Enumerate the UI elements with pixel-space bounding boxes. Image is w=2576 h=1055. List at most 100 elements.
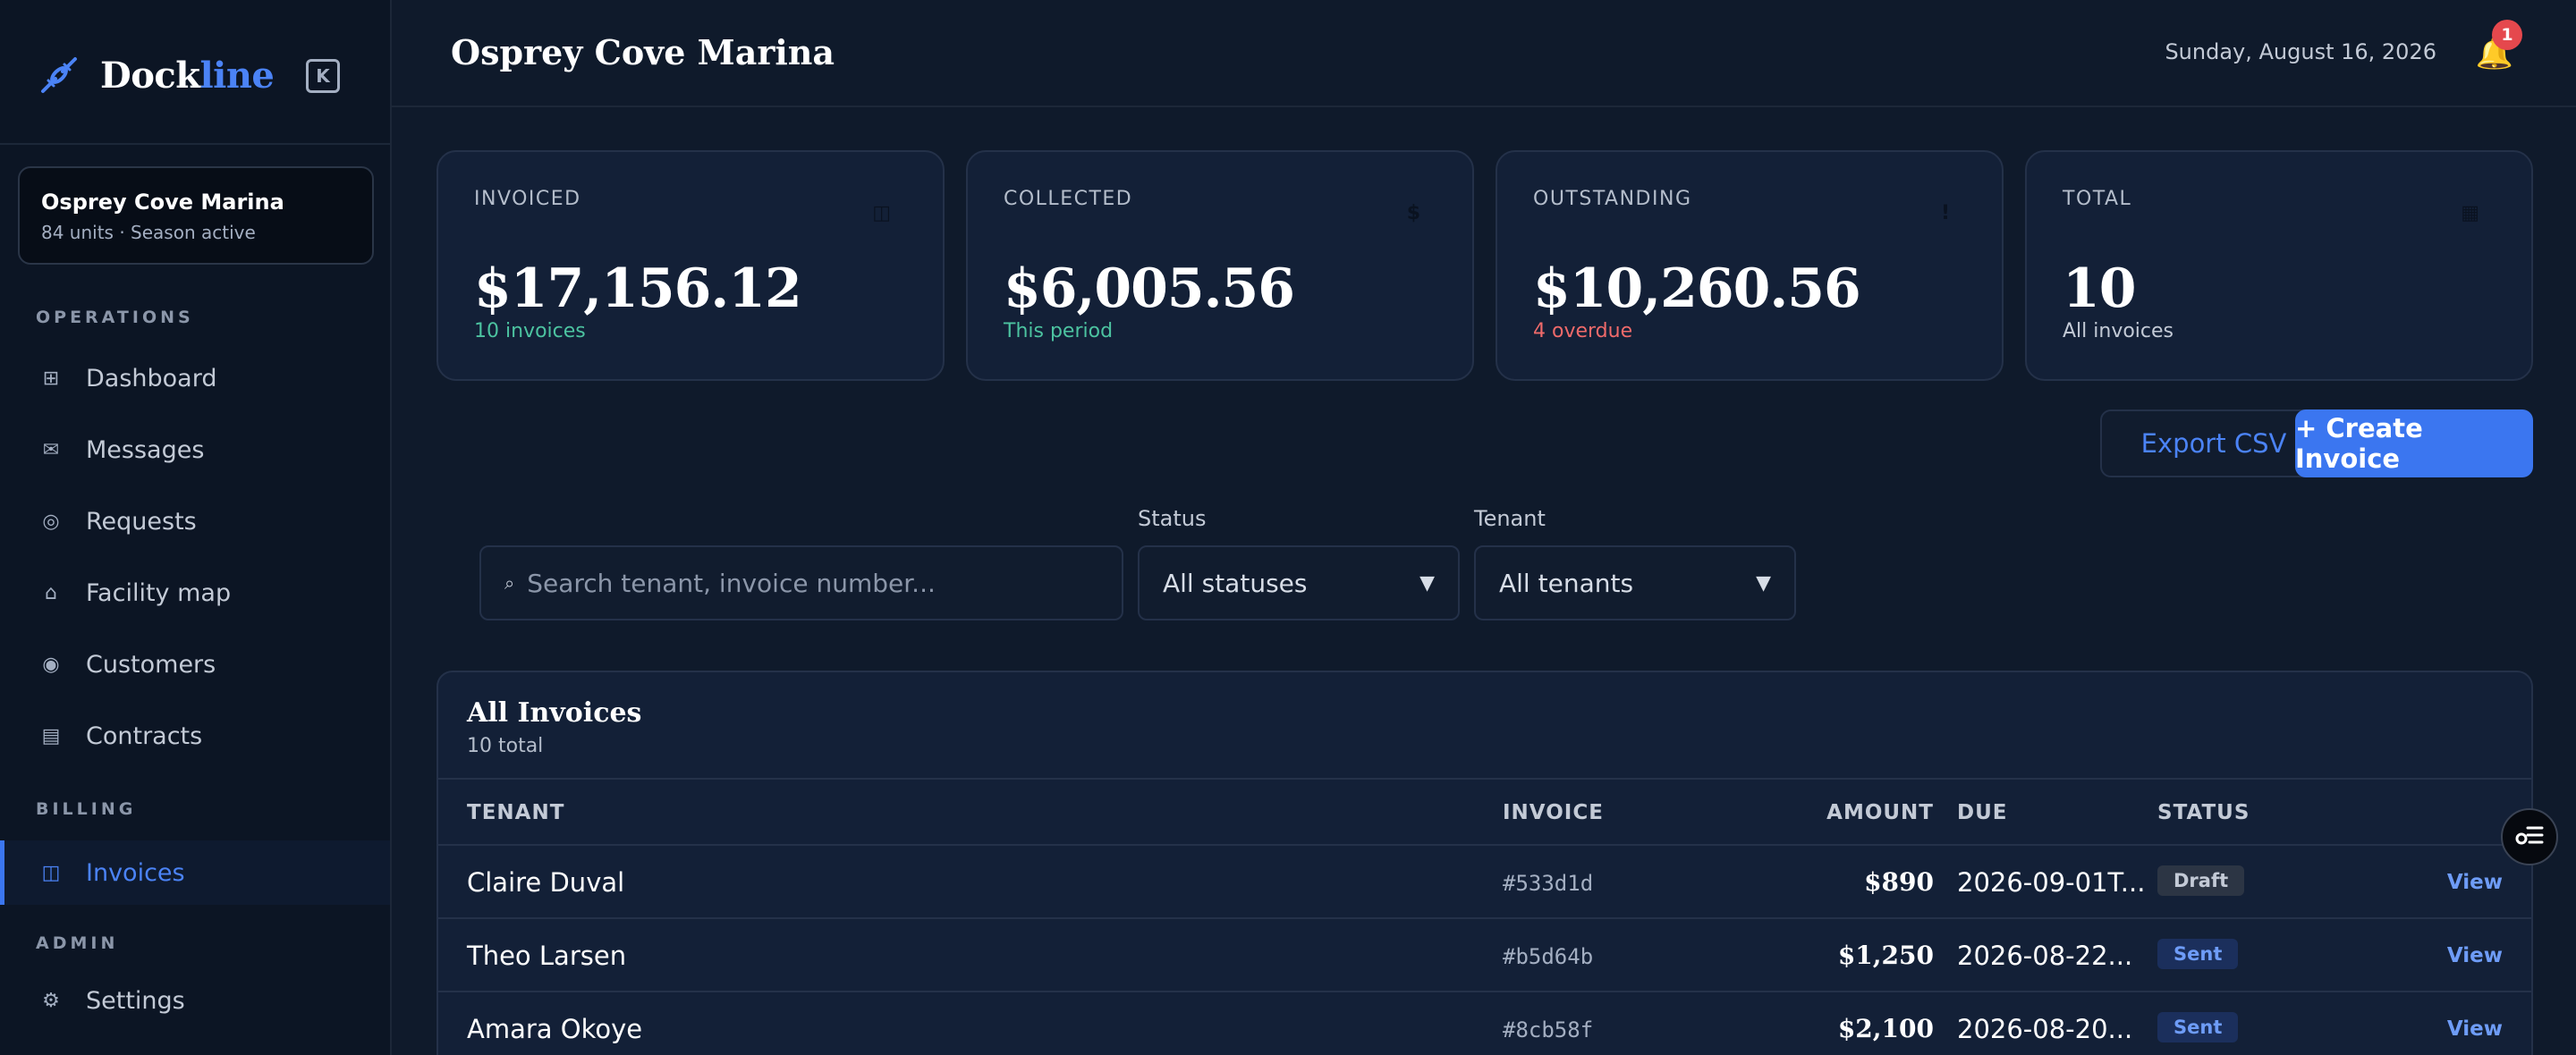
- task-list-icon: [2514, 822, 2545, 852]
- section-operations: OPERATIONS: [36, 308, 194, 327]
- brand[interactable]: Dockline: [36, 52, 275, 98]
- column-header-amount[interactable]: AMOUNT: [1826, 801, 1934, 824]
- invoice-amount: $890: [1864, 867, 1934, 897]
- sidebar-item-label: Messages: [86, 435, 205, 464]
- org-subtitle: 84 units · Season active: [41, 222, 256, 243]
- sidebar-item-label: Facility map: [86, 578, 232, 607]
- tenant-name: Claire Duval: [467, 867, 625, 898]
- invoice-number: #b5d64b: [1503, 944, 1594, 969]
- status-filter-label: Status: [1138, 506, 1207, 531]
- view-link[interactable]: View: [2447, 944, 2503, 967]
- search-icon: ⌕: [504, 572, 515, 594]
- stat-subtext: This period: [1004, 320, 1114, 342]
- home-icon: ⌂: [45, 581, 57, 604]
- due-date: 2026-08-20...: [1957, 1014, 2133, 1044]
- invoice-icon: ◫: [41, 861, 61, 884]
- sidebar-item-invoices[interactable]: ◫ Invoices: [0, 840, 390, 905]
- sidebar-divider: [0, 143, 390, 145]
- sidebar-item-facility-map[interactable]: ⌂ Facility map: [0, 565, 390, 620]
- column-header-invoice[interactable]: INVOICE: [1503, 801, 1604, 824]
- brand-name: Dockline: [100, 54, 275, 97]
- section-billing: BILLING: [36, 799, 137, 819]
- tenant-select-value: All tenants: [1499, 568, 1634, 598]
- tenant-name: Amara Okoye: [467, 1014, 643, 1044]
- export-csv-button[interactable]: Export CSV: [2100, 409, 2327, 477]
- dollar-icon: $: [1406, 202, 1420, 224]
- stat-value: $10,260.56: [1533, 257, 1861, 320]
- document-icon: ▤: [41, 724, 61, 747]
- stat-subtext: 4 overdue: [1533, 320, 1633, 342]
- sidebar-item-customers[interactable]: ◉ Customers: [0, 637, 390, 692]
- search-field[interactable]: ⌕: [479, 545, 1123, 620]
- table-subtitle: 10 total: [467, 735, 544, 757]
- stat-subtext: All invoices: [2063, 320, 2174, 342]
- tenant-select[interactable]: All tenants ▼: [1474, 545, 1796, 620]
- view-link[interactable]: View: [2447, 1017, 2503, 1041]
- invoices-table-card: All Invoices 10 total TENANT INVOICE AMO…: [436, 671, 2533, 1055]
- status-select[interactable]: All statuses ▼: [1138, 545, 1460, 620]
- section-admin: ADMIN: [36, 933, 119, 953]
- page-title: Osprey Cove Marina: [451, 32, 835, 72]
- org-switcher[interactable]: Osprey Cove Marina 84 units · Season act…: [18, 166, 374, 265]
- invoice-amount: $2,100: [1837, 1014, 1934, 1043]
- caret-down-icon: ▼: [1756, 571, 1771, 595]
- search-input[interactable]: [527, 568, 1100, 598]
- tenant-name: Theo Larsen: [467, 941, 627, 971]
- stat-label: COLLECTED: [1004, 188, 1133, 210]
- stat-card-total: TOTAL ▦ 10 All invoices: [2025, 150, 2533, 381]
- sidebar-item-label: Dashboard: [86, 364, 217, 392]
- table-row[interactable]: Theo Larsen #b5d64b $1,250 2026-08-22...…: [438, 919, 2531, 992]
- stat-value: 10: [2063, 257, 2136, 320]
- sidebar: Dockline K Osprey Cove Marina 84 units ·…: [0, 0, 392, 1055]
- column-header-tenant[interactable]: TENANT: [467, 801, 564, 824]
- sidebar-item-messages[interactable]: ✉ Messages: [0, 422, 390, 477]
- tenant-filter-label: Tenant: [1474, 506, 1546, 531]
- view-link[interactable]: View: [2447, 871, 2503, 894]
- gear-icon: ⚙: [42, 989, 60, 1012]
- sidebar-item-contracts[interactable]: ▤ Contracts: [0, 708, 390, 764]
- sidebar-item-label: Contracts: [86, 722, 203, 750]
- invoice-number: #533d1d: [1503, 871, 1594, 896]
- table-header-row: TENANT INVOICE AMOUNT DUE STATUS: [438, 778, 2531, 846]
- sidebar-item-label: Customers: [86, 650, 216, 679]
- stat-card-outstanding: OUTSTANDING ! $10,260.56 4 overdue: [1496, 150, 2004, 381]
- notification-badge: 1: [2492, 20, 2522, 50]
- status-select-value: All statuses: [1163, 568, 1308, 598]
- user-circle-icon: ◉: [42, 653, 60, 676]
- target-icon: ◎: [42, 510, 60, 533]
- stat-card-invoiced: INVOICED ◫ $17,156.12 10 invoices: [436, 150, 945, 381]
- invoice-number: #8cb58f: [1503, 1017, 1594, 1042]
- stat-label: OUTSTANDING: [1533, 188, 1692, 210]
- current-date: Sunday, August 16, 2026: [2165, 39, 2436, 64]
- alert-icon: !: [1940, 202, 1950, 224]
- status-badge: Sent: [2157, 939, 2239, 969]
- table-row[interactable]: Claire Duval #533d1d $890 2026-09-01T...…: [438, 846, 2531, 919]
- sidebar-item-requests[interactable]: ◎ Requests: [0, 494, 390, 549]
- org-name: Osprey Cove Marina: [41, 190, 284, 215]
- collapse-sidebar-icon[interactable]: K: [306, 59, 340, 93]
- create-invoice-button[interactable]: + Create Invoice: [2295, 409, 2533, 477]
- due-date: 2026-08-22...: [1957, 941, 2133, 971]
- sidebar-item-label: Invoices: [86, 858, 185, 887]
- sidebar-item-dashboard[interactable]: ⊞ Dashboard: [0, 350, 390, 406]
- due-date: 2026-09-01T...: [1957, 867, 2146, 898]
- column-header-status[interactable]: STATUS: [2157, 801, 2250, 824]
- invoice-icon: ◫: [872, 202, 891, 224]
- sidebar-item-label: Settings: [86, 986, 185, 1015]
- caret-down-icon: ▼: [1419, 571, 1435, 595]
- mail-icon: ✉: [42, 438, 60, 461]
- stat-label: TOTAL: [2063, 188, 2132, 210]
- task-list-fab-button[interactable]: [2501, 808, 2558, 865]
- sidebar-item-settings[interactable]: ⚙ Settings: [0, 973, 390, 1028]
- list-icon: ▦: [2461, 202, 2479, 224]
- status-badge: Draft: [2157, 865, 2245, 896]
- table-title: All Invoices: [467, 697, 642, 729]
- invoice-amount: $1,250: [1837, 941, 1934, 970]
- table-row[interactable]: Amara Okoye #8cb58f $2,100 2026-08-20...…: [438, 992, 2531, 1055]
- rope-logo-icon: [36, 52, 82, 98]
- stat-value: $17,156.12: [474, 257, 802, 320]
- stat-subtext: 10 invoices: [474, 320, 586, 342]
- status-badge: Sent: [2157, 1012, 2239, 1042]
- stat-label: INVOICED: [474, 188, 581, 210]
- column-header-due[interactable]: DUE: [1957, 801, 2007, 824]
